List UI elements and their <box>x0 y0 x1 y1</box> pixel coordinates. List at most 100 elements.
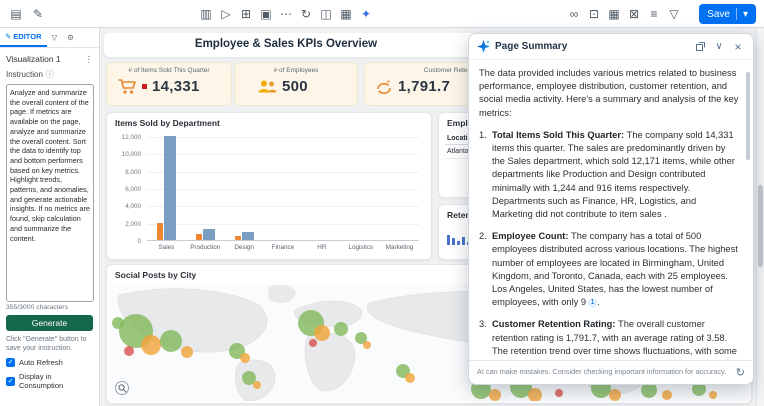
chart-plot-area <box>147 137 419 241</box>
map-bubble-orange[interactable] <box>489 389 501 401</box>
social-card-title: Social Posts by City <box>115 270 196 280</box>
summary-list-item: 3.Customer Retention Rating: The overall… <box>479 318 739 360</box>
checkbox-box[interactable]: ✓ <box>6 358 15 367</box>
table-icon[interactable]: ⊞ <box>236 4 256 24</box>
map-bubble-orange[interactable] <box>181 346 193 358</box>
chart-gridline <box>147 224 419 225</box>
image-icon[interactable]: ▣ <box>256 4 276 24</box>
bar-sales[interactable] <box>164 136 176 240</box>
bar-production[interactable] <box>203 229 215 240</box>
map-bubble-green[interactable] <box>160 330 182 352</box>
chart-gridline <box>147 206 419 207</box>
save-button[interactable]: Save ▾ <box>699 4 756 24</box>
kpi-card-items-sold[interactable]: # of Items Sold This Quarter 14,331 <box>106 62 232 106</box>
filter-icon[interactable]: ▽ <box>664 4 684 24</box>
bar-secondary-design[interactable] <box>235 236 241 240</box>
generate-hint-text: Click "Generate" button to save your ins… <box>6 335 93 353</box>
sidebar-tabs: ✎ EDITOR ▽ ⚙ <box>0 28 99 48</box>
chart-gridline <box>147 189 419 190</box>
tab-settings[interactable]: ⚙ <box>62 28 79 47</box>
summary-intro: The data provided includes various metri… <box>479 67 739 120</box>
ai-sparkle-icon[interactable]: ✦ <box>356 4 376 24</box>
map-bubble-green[interactable] <box>334 322 348 336</box>
summary-item-text: Customer Retention Rating: The overall c… <box>492 318 739 360</box>
chart-gridline <box>147 172 419 173</box>
kebab-menu-icon[interactable]: ⋮ <box>85 54 94 65</box>
x-axis-label: HR <box>302 244 341 251</box>
grid-icon[interactable]: ▦ <box>336 4 356 24</box>
panel-title: Page Summary <box>495 41 688 52</box>
instruction-textarea[interactable]: Analyze and summarize the overall conten… <box>6 84 94 302</box>
save-button-label: Save <box>707 9 730 20</box>
map-bubble-orange[interactable] <box>609 389 621 401</box>
panel-footer: AI can make mistakes. Consider checking … <box>469 360 753 384</box>
collapse-chevron-icon[interactable]: ∨ <box>712 40 726 54</box>
map-bubble-red[interactable] <box>124 346 134 356</box>
panel-scrollbar-thumb[interactable] <box>746 72 750 160</box>
page-summary-panel: Page Summary ∨ × The data provided inclu… <box>468 33 754 385</box>
map-bubble-orange[interactable] <box>314 325 330 341</box>
map-bubble-red[interactable] <box>555 389 563 397</box>
chart-icon[interactable]: ▥ <box>196 4 216 24</box>
summary-body[interactable]: The data provided includes various metri… <box>469 60 753 360</box>
open-in-window-icon[interactable] <box>693 40 707 54</box>
y-axis-label: 10,000 <box>122 151 141 158</box>
kpi-alert-marker <box>142 84 147 89</box>
media-play-icon[interactable]: ▷ <box>216 4 236 24</box>
main-scrollbar[interactable] <box>756 28 764 406</box>
top-toolbar: ▤✎ ▥▷⊞▣⋯↻◫▦✦ ∞⊡▦⊠≡▽ Save ▾ <box>0 0 764 28</box>
copy-icon[interactable]: ⊡ <box>584 4 604 24</box>
y-axis-label: 2,000 <box>125 221 141 228</box>
cycle-arrows-icon <box>375 79 393 94</box>
kpi-card-employees[interactable]: # of Employees 500 <box>234 62 358 106</box>
home-icon[interactable]: ▤ <box>6 4 26 24</box>
character-counter: 355/3000 characters <box>6 304 93 311</box>
link-icon[interactable]: ∞ <box>564 4 584 24</box>
table-view-icon[interactable]: ▦ <box>604 4 624 24</box>
sparkline-bar <box>452 238 455 245</box>
checkbox-auto-refresh[interactable]: ✓Auto Refresh <box>6 358 93 367</box>
map-bubble-green[interactable] <box>112 317 124 329</box>
y-axis-label: 4,000 <box>125 203 141 210</box>
kpi-title: # of Items Sold This Quarter <box>107 63 231 74</box>
map-bubble-red[interactable] <box>309 339 317 347</box>
people-icon <box>257 79 277 94</box>
save-dropdown-arrow[interactable]: ▾ <box>743 9 748 20</box>
more-widgets-icon[interactable]: ⋯ <box>276 4 296 24</box>
x-axis-label: Sales <box>147 244 186 251</box>
toolbar-right-group: ∞⊡▦⊠≡▽ <box>564 4 684 24</box>
crop-icon[interactable]: ⊠ <box>624 4 644 24</box>
edit-pen-icon[interactable]: ✎ <box>28 4 48 24</box>
tab-editor[interactable]: ✎ EDITOR <box>0 28 47 47</box>
loop-icon[interactable]: ↻ <box>296 4 316 24</box>
instruction-label-row: Instruction ⓘ <box>0 67 99 82</box>
generate-button[interactable]: Generate <box>6 315 93 331</box>
regenerate-icon[interactable]: ↻ <box>736 366 745 379</box>
map-bubble-orange[interactable] <box>709 391 717 399</box>
layers-icon[interactable]: ≡ <box>644 4 664 24</box>
info-icon[interactable]: ⓘ <box>46 69 54 80</box>
duplicate-icon[interactable]: ◫ <box>316 4 336 24</box>
main-scrollbar-thumb[interactable] <box>758 185 763 267</box>
summary-list: 1.Total Items Sold This Quarter: The com… <box>479 129 739 360</box>
bar-design[interactable] <box>242 232 254 240</box>
x-axis-label: Finance <box>264 244 303 251</box>
close-icon[interactable]: × <box>731 40 745 54</box>
map-bubble-orange[interactable] <box>240 353 250 363</box>
map-bubble-orange[interactable] <box>662 390 672 400</box>
map-bubble-orange[interactable] <box>363 341 371 349</box>
citation-chip[interactable]: 1 <box>588 298 597 308</box>
map-bubble-orange[interactable] <box>253 381 261 389</box>
map-bubble-orange[interactable] <box>405 373 415 383</box>
checkbox-box[interactable]: ✓ <box>6 377 15 386</box>
checkbox-display-in-consumption[interactable]: ✓Display in Consumption <box>6 372 93 390</box>
bar-secondary-sales[interactable] <box>157 223 163 240</box>
x-axis-label: Design <box>225 244 264 251</box>
ai-sparkle-icon <box>477 40 490 53</box>
tab-filter[interactable]: ▽ <box>47 28 63 47</box>
chart-y-axis: 02,0004,0006,0008,00010,00012,000 <box>107 137 143 241</box>
x-axis-label: Marketing <box>380 244 419 251</box>
map-zoom-button[interactable] <box>115 381 129 395</box>
map-bubble-orange[interactable] <box>141 335 161 355</box>
bar-secondary-production[interactable] <box>196 234 202 240</box>
